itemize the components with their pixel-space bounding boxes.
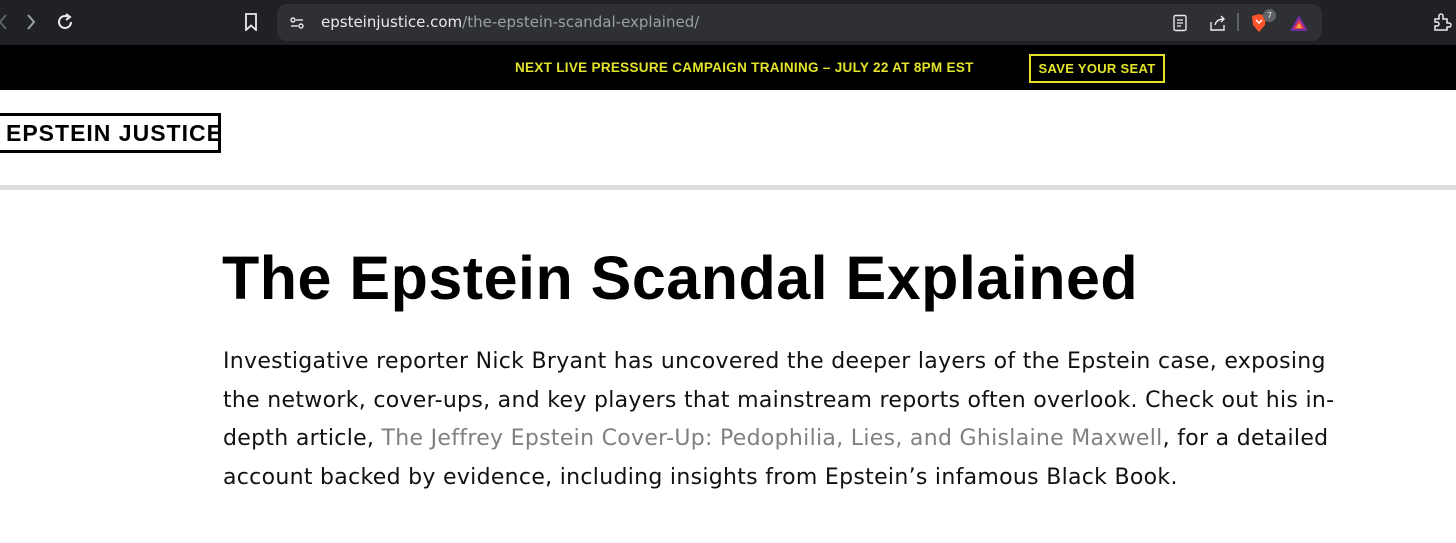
url-host: epsteinjustice.com [321,13,463,31]
announcement-message: NEXT LIVE PRESSURE CAMPAIGN TRAINING – J… [515,60,974,75]
shields-count-badge: 7 [1263,9,1276,22]
toolbar-divider [1237,13,1239,31]
intro-line: depth article, The Jeffrey Epstein Cover… [223,420,1448,459]
intro-line: account backed by evidence, including in… [223,464,1178,490]
back-icon[interactable] [0,7,14,37]
header-divider [0,185,1456,190]
intro-text: , for a detailed [1162,426,1329,451]
intro-line: Investigative reporter Nick Bryant has u… [223,349,1326,374]
reload-icon[interactable] [52,7,78,37]
brave-rewards-icon[interactable] [1289,13,1309,33]
bookmark-icon[interactable] [240,7,262,37]
reader-mode-icon[interactable] [1170,13,1190,33]
article-intro: Investigative reporter Nick Bryant has u… [223,343,1448,497]
page-title: The Epstein Scandal Explained [222,244,1139,312]
intro-line: the network, cover-ups, and key players … [223,387,1335,413]
site-info-icon[interactable] [287,13,307,33]
save-your-seat-button[interactable]: SAVE YOUR SEAT [1029,54,1165,83]
logo-text: EPSTEIN JUSTICE [6,119,223,146]
extensions-icon[interactable] [1429,7,1455,37]
forward-icon[interactable] [20,7,42,37]
announcement-bar: NEXT LIVE PRESSURE CAMPAIGN TRAINING – J… [0,45,1456,90]
url-text[interactable]: epsteinjustice.com/the-epstein-scandal-e… [321,13,699,31]
brave-shields-icon[interactable]: 7 [1249,9,1276,33]
site-logo[interactable]: EPSTEIN JUSTICE [0,113,223,153]
article-link[interactable]: The Jeffrey Epstein Cover-Up: Pedophilia… [382,426,1163,451]
browser-toolbar: epsteinjustice.com/the-epstein-scandal-e… [0,0,1456,45]
address-bar[interactable]: epsteinjustice.com/the-epstein-scandal-e… [277,4,1322,41]
url-path: /the-epstein-scandal-explained/ [462,13,700,31]
share-icon[interactable] [1208,13,1228,33]
intro-text: depth article, [223,426,382,451]
